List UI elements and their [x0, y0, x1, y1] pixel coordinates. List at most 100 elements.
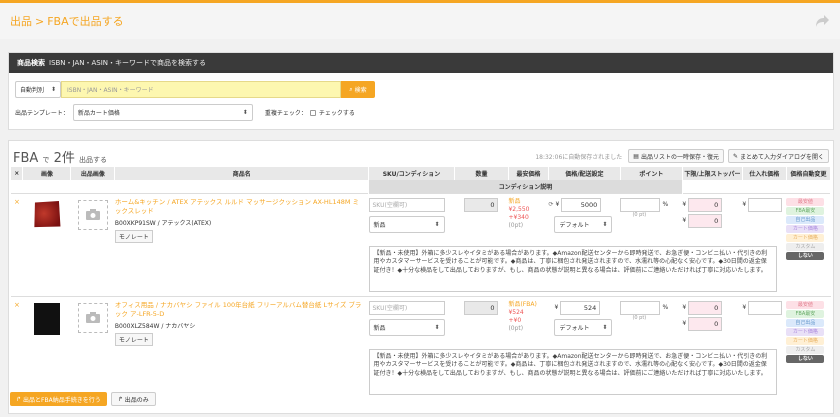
col-auto-price: 価格自動変更 — [786, 167, 832, 180]
search-button[interactable]: ⌕ 検索 — [341, 81, 375, 98]
dup-checkbox[interactable] — [309, 109, 316, 116]
condition-select[interactable]: 新品 ⬍ — [368, 215, 445, 233]
listing-image-placeholder[interactable] — [77, 302, 108, 333]
col-cost: 仕入れ価格 — [742, 167, 787, 180]
auto-fba-lowest-option[interactable]: FBA最安 — [786, 309, 825, 318]
lowest-price: 新品(FBA) ¥524 +¥0 (0pt) — [508, 295, 549, 346]
select-arrow-icon: ⬍ — [602, 323, 608, 331]
col-condition-desc: コンディション説明 — [368, 180, 683, 193]
cost-input[interactable] — [748, 197, 783, 212]
table-row: × ホーム&キッチン / ATEX アテックス ルルド マッサージクッション A… — [11, 192, 831, 296]
qty-input[interactable]: 0 — [464, 197, 499, 212]
select-arrow-icon: ⬍ — [434, 323, 440, 331]
breadcrumb-root[interactable]: 出品 — [10, 15, 32, 28]
listing-table: × 画像 出品画像 商品名 SKU/コンディション 数量 最安価格 価格/配送設… — [11, 167, 832, 399]
shipping-select[interactable]: デフォルト ⬍ — [554, 215, 613, 233]
table-row: × オフィス用品 / ナカバヤシ ファイル 100年台紙 フリーアルバム替台紙 … — [11, 295, 831, 399]
auto-fba-lowest-option[interactable]: FBA最安 — [786, 206, 825, 215]
upper-stopper-input[interactable]: 0 — [688, 316, 723, 331]
arrow-icon: ↱ — [16, 395, 22, 403]
arrow-icon: ↱ — [117, 395, 123, 403]
edit-icon: ✎ — [732, 152, 738, 160]
save-list-button[interactable]: ▤ 出品リストの一時保存・復元 — [628, 149, 724, 163]
listing-image-placeholder[interactable] — [77, 199, 108, 230]
auto-cart-option[interactable]: カート価格 — [786, 224, 825, 233]
product-image — [34, 201, 61, 228]
template-label: 出品テンプレート： — [15, 110, 69, 117]
remove-item-button[interactable]: × — [11, 295, 23, 399]
search-icon: ⌕ — [349, 85, 353, 93]
product-image — [33, 302, 60, 335]
search-mode-select[interactable]: 自動判別 ⬍ — [15, 81, 61, 98]
select-arrow-icon: ⬍ — [434, 220, 440, 228]
auto-cart-option-2[interactable]: カート価格 — [786, 336, 825, 345]
product-name-link[interactable]: オフィス用品 / ナカバヤシ ファイル 100年台紙 フリーアルバム替台紙 Lサ… — [115, 301, 363, 319]
search-input[interactable]: ISBN・JAN・ASIN・キーワード — [61, 81, 341, 98]
col-point: ポイント — [620, 167, 683, 180]
lower-stopper-input[interactable]: 0 — [688, 300, 723, 315]
col-listing-image: 出品画像 — [70, 167, 116, 180]
sku-input[interactable]: SKU(空欄可) — [368, 197, 445, 212]
breadcrumb: 出品 > FBAで出品する — [10, 15, 124, 28]
list-only-button[interactable]: ↱ 出品のみ — [110, 392, 156, 406]
point-input[interactable] — [620, 197, 661, 212]
auto-custom-option[interactable]: カスタム — [786, 345, 825, 354]
remove-item-button[interactable]: × — [11, 192, 23, 296]
col-remove: × — [11, 167, 24, 180]
cost-input[interactable] — [748, 300, 783, 315]
search-header: 商品検索 ISBN・JAN・ASIN・キーワードで商品を検索する — [9, 53, 833, 73]
auto-lowest-option[interactable]: 最安値 — [786, 300, 825, 309]
auto-custom-option[interactable]: カスタム — [786, 242, 825, 251]
col-lowest: 最安価格 — [508, 167, 549, 180]
col-product-name: 商品名 — [114, 167, 369, 180]
page-header: 出品 > FBAで出品する — [0, 3, 840, 39]
shipping-select[interactable]: デフォルト ⬍ — [554, 318, 613, 336]
auto-none-option[interactable]: しない — [786, 354, 825, 363]
auto-self-option[interactable]: 自己出品 — [786, 318, 825, 327]
select-arrow-icon: ⬍ — [602, 220, 608, 228]
auto-self-option[interactable]: 自己出品 — [786, 215, 825, 224]
col-stopper: 下限/上限ストッパー — [682, 167, 743, 180]
auto-none-option[interactable]: しない — [786, 251, 825, 260]
auto-cart-option[interactable]: カート価格 — [786, 327, 825, 336]
product-asin: B000XLZ584W / ナカバヤシ — [114, 322, 196, 330]
dup-check-text: チェックする — [318, 110, 355, 117]
qty-input[interactable]: 0 — [464, 300, 499, 315]
camera-icon — [85, 209, 100, 220]
listing-panel: FBA で 2件 出品する 18:32:06に自動保存されました ▤ 出品リストの… — [8, 140, 834, 414]
autosave-status: 18:32:06に自動保存されました — [535, 153, 623, 161]
search-panel: 商品検索 ISBN・JAN・ASIN・キーワードで商品を検索する 自動判別 ⬍ I… — [8, 52, 834, 130]
template-select[interactable]: 新品カート価格 ⬍ — [72, 104, 253, 121]
lowest-price: 新品 ¥2,550 +¥340 (0pt) — [508, 192, 549, 243]
monorate-button[interactable]: モノレート — [114, 229, 153, 243]
condition-description[interactable]: 【新品・未使用】外箱に多少スレやイタミがある場合があります。◆Amazon配送セ… — [368, 245, 777, 292]
monorate-button[interactable]: モノレート — [114, 332, 153, 346]
upper-stopper-input[interactable]: 0 — [688, 213, 723, 228]
product-name-link[interactable]: ホーム&キッチン / ATEX アテックス ルルド マッサージクッション AX-… — [115, 198, 363, 216]
dup-check-label: 重複チェック： — [264, 110, 307, 117]
listing-title: FBA で 2件 出品する — [13, 150, 107, 166]
action-bar: ↱ 出品とFBA納品手続きを行う ↱ 出品のみ — [10, 392, 156, 406]
col-image: 画像 — [22, 167, 72, 180]
list-with-fba-button[interactable]: ↱ 出品とFBA納品手続きを行う — [10, 392, 107, 406]
refresh-icon[interactable]: ⟳ — [548, 201, 553, 208]
product-asin: B00XKP91SW / アテックス(ATEX) — [114, 219, 212, 227]
select-arrow-icon: ⬍ — [242, 109, 248, 116]
condition-description[interactable]: 【新品・未使用】外箱に多少スレやイタミがある場合があります。◆Amazon配送セ… — [368, 348, 777, 395]
auto-cart-option-2[interactable]: カート価格 — [786, 233, 825, 242]
price-input[interactable]: 5000 — [561, 197, 602, 212]
bulk-input-button[interactable]: ✎ まとめて入力ダイアログを開く — [727, 149, 829, 163]
auto-lowest-option[interactable]: 最安値 — [786, 197, 825, 206]
sku-input[interactable]: SKU(空欄可) — [368, 300, 445, 315]
camera-icon — [85, 312, 100, 323]
col-sku: SKU/コンディション — [368, 167, 455, 180]
share-icon[interactable] — [814, 14, 830, 28]
condition-select[interactable]: 新品 ⬍ — [368, 318, 445, 336]
breadcrumb-current: FBAで出品する — [47, 15, 124, 28]
lower-stopper-input[interactable]: 0 — [688, 197, 723, 212]
point-input[interactable] — [620, 300, 661, 315]
price-input[interactable]: 524 — [560, 300, 601, 315]
col-price: 価格/配送設定 — [548, 167, 621, 180]
select-arrow-icon: ⬍ — [50, 86, 56, 93]
col-qty: 数量 — [454, 167, 509, 180]
